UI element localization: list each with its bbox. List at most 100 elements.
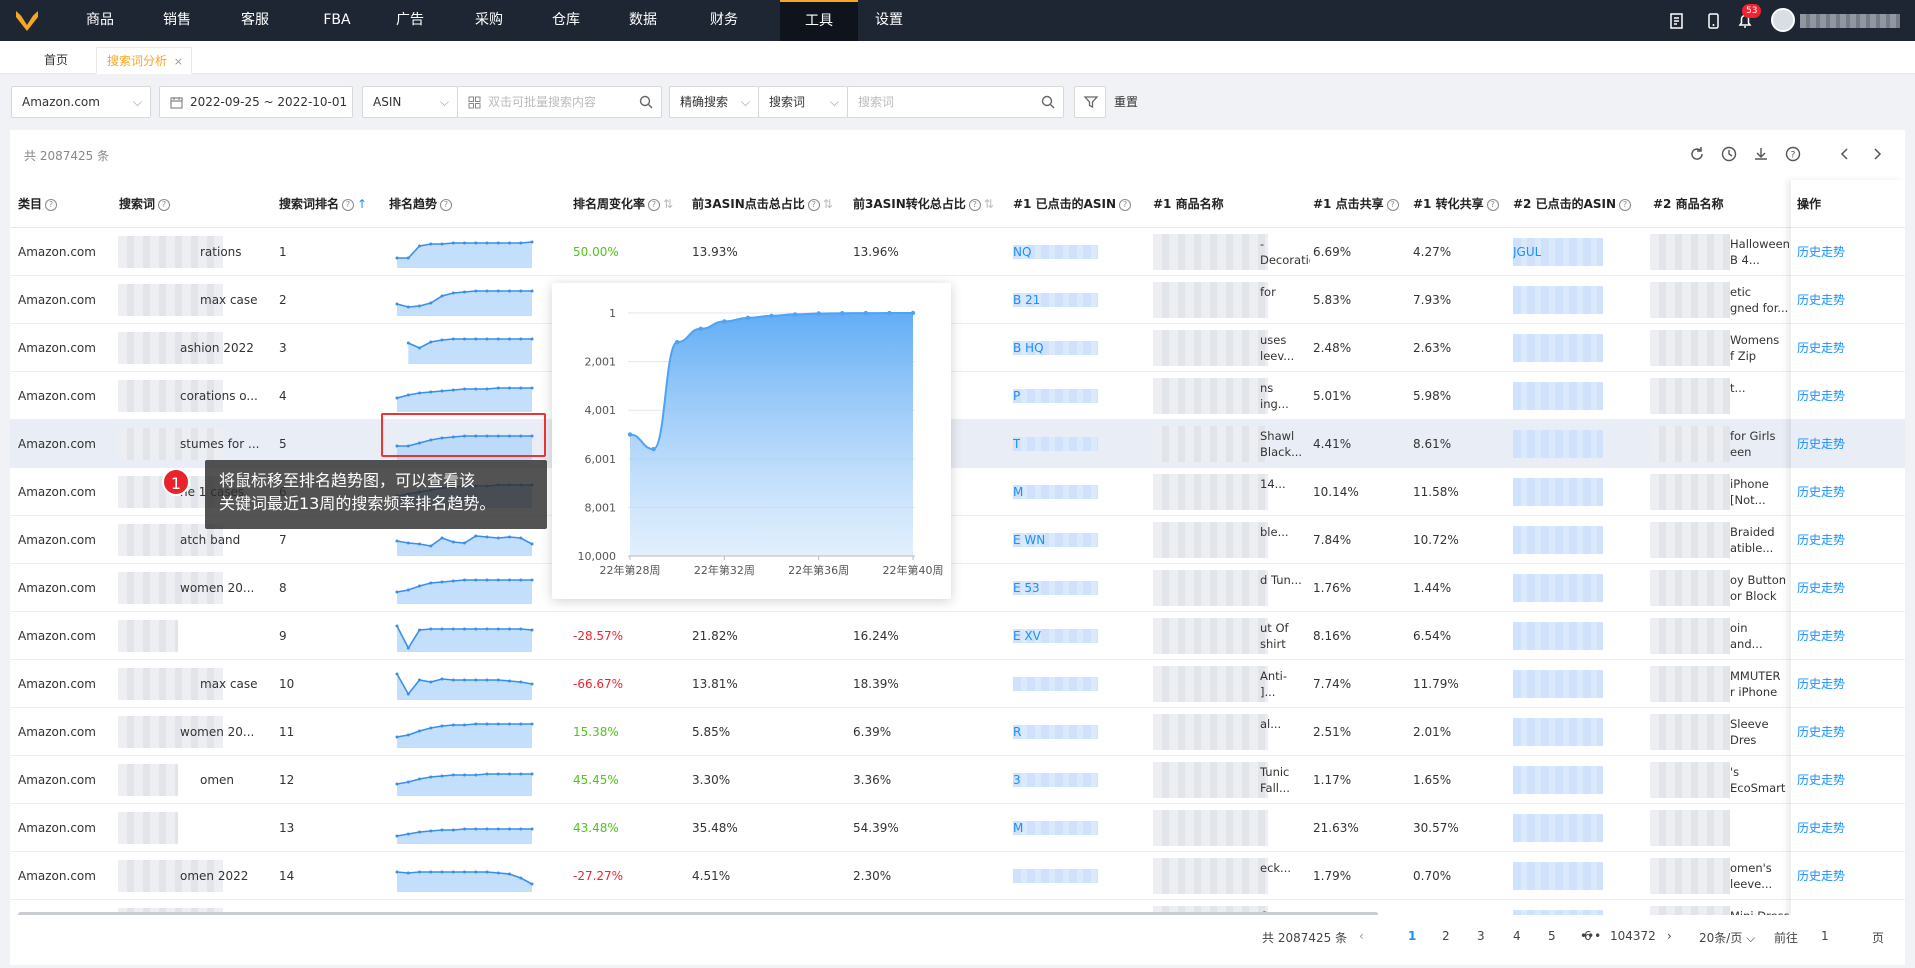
- page-size-select[interactable]: 20条/页 ⌵: [1699, 929, 1755, 946]
- chevron-right-icon[interactable]: [1868, 145, 1886, 163]
- mobile-icon[interactable]: [1704, 12, 1722, 30]
- header-top3-click[interactable]: 前3ASIN点击总占比? ⇅: [692, 180, 833, 228]
- table-row[interactable]: Amazon.com max case 2 B 21 for 5.83% 7.93% etic…: [10, 276, 1905, 324]
- help-icon[interactable]: ?: [648, 198, 661, 211]
- help-icon[interactable]: ?: [342, 198, 355, 211]
- cell-name2[interactable]: t...: [1730, 380, 1790, 412]
- chart-point[interactable]: [863, 310, 869, 316]
- logo-icon[interactable]: [14, 8, 40, 34]
- rank-sparkline[interactable]: [395, 284, 535, 316]
- cell-term[interactable]: omen: [200, 756, 234, 804]
- cell-asin1[interactable]: T: [1013, 420, 1020, 468]
- cell-name1[interactable]: - Decorations -s wit...: [1260, 236, 1310, 268]
- cell-name2[interactable]: etic gned for...: [1730, 284, 1790, 316]
- header-trend[interactable]: 排名趋势?: [389, 180, 453, 228]
- nav-item-4[interactable]: 广告: [383, 0, 437, 41]
- page-number[interactable]: 2: [1442, 929, 1450, 943]
- nav-item-0[interactable]: 商品: [73, 0, 127, 41]
- table-row[interactable]: Amazon.com women 20... 11 15.38% 5.85% 6.39% R…: [10, 708, 1905, 756]
- task-list-icon[interactable]: [1668, 12, 1686, 30]
- goto-input[interactable]: 1: [1821, 929, 1829, 943]
- header-conv1[interactable]: #1 转化共享?: [1413, 180, 1499, 228]
- cell-name2[interactable]: 's EcoSmartatshirt,...: [1730, 764, 1790, 796]
- cell-name1[interactable]: 14...: [1260, 476, 1310, 508]
- nav-item-1[interactable]: 销售: [150, 0, 204, 41]
- cell-name1[interactable]: eck...: [1260, 860, 1310, 892]
- cell-asin1[interactable]: E XV: [1013, 612, 1041, 660]
- rank-sparkline[interactable]: [395, 764, 535, 796]
- cell-name1[interactable]: ns ing...: [1260, 380, 1310, 412]
- sort-asc-icon[interactable]: ↑: [357, 197, 367, 211]
- cell-term[interactable]: omen 2022: [180, 852, 248, 900]
- prev-page-icon[interactable]: ‹: [1359, 929, 1364, 943]
- cell-name1[interactable]: uses leev...: [1260, 332, 1310, 364]
- header-category[interactable]: 类目?: [18, 180, 58, 228]
- match-type-select[interactable]: 精确搜索 ⌵: [669, 86, 759, 118]
- pager-ellipsis[interactable]: •••: [1580, 929, 1601, 943]
- sort-icon[interactable]: ⇅: [823, 197, 833, 211]
- header-rank[interactable]: 搜索词排名? ↑: [279, 180, 367, 228]
- page-number[interactable]: 5: [1548, 929, 1556, 943]
- header-term[interactable]: 搜索词?: [119, 180, 171, 228]
- cell-term[interactable]: women 20...: [180, 708, 254, 756]
- chart-point[interactable]: [910, 310, 916, 316]
- username-blurred[interactable]: [1800, 14, 1900, 28]
- table-row[interactable]: Amazon.com women 20... 8 E 53 d Tun... 1.76% 1…: [10, 564, 1905, 612]
- help-icon[interactable]: ?: [1386, 198, 1399, 211]
- rank-sparkline[interactable]: [395, 236, 535, 268]
- cell-term[interactable]: women 20...: [180, 564, 254, 612]
- cell-asin1[interactable]: 3: [1013, 756, 1021, 804]
- cell-name2[interactable]: omen's leeve...: [1730, 860, 1790, 892]
- nav-item-5[interactable]: 采购: [462, 0, 516, 41]
- chart-point[interactable]: [887, 310, 892, 316]
- cell-asin1[interactable]: B 21: [1013, 276, 1040, 324]
- pager-last-page[interactable]: 104372: [1610, 929, 1656, 943]
- cell-asin1[interactable]: R: [1013, 708, 1021, 756]
- header-click1[interactable]: #1 点击共享?: [1313, 180, 1399, 228]
- cell-asin1[interactable]: P: [1013, 372, 1020, 420]
- table-row[interactable]: Amazon.com ashion 2022 3 B HQ uses leev... 2.4…: [10, 324, 1905, 372]
- advanced-filter-button[interactable]: [1074, 86, 1106, 118]
- header-asin1[interactable]: #1 已点击的ASIN?: [1013, 180, 1132, 228]
- cell-name2[interactable]: iPhone [Not...: [1730, 476, 1790, 508]
- rank-sparkline[interactable]: [395, 332, 535, 364]
- rank-sparkline[interactable]: [395, 812, 535, 844]
- help-icon[interactable]: ?: [1619, 198, 1632, 211]
- cell-term[interactable]: max case: [200, 660, 258, 708]
- cell-term[interactable]: rations: [200, 228, 242, 276]
- cell-name2[interactable]: for Girls een Sets...: [1730, 428, 1790, 460]
- date-range-picker[interactable]: 2022-09-25 ~ 2022-10-01: [159, 86, 353, 118]
- reset-button[interactable]: 重置: [1114, 86, 1138, 118]
- rank-sparkline[interactable]: [395, 620, 535, 652]
- cell-name2[interactable]: Braided atible...: [1730, 524, 1790, 556]
- header-top3-conv[interactable]: 前3ASIN转化总占比? ⇅: [853, 180, 994, 228]
- clock-icon[interactable]: [1720, 145, 1738, 163]
- cell-name2[interactable]: Halloween B 4...: [1730, 236, 1790, 268]
- id-type-select[interactable]: ASIN ⌵: [362, 86, 458, 118]
- sort-icon[interactable]: ⇅: [984, 197, 994, 211]
- chevron-left-icon[interactable]: [1836, 145, 1854, 163]
- cell-term[interactable]: ashion 2022: [180, 324, 254, 372]
- search-icon[interactable]: [1041, 95, 1055, 109]
- cell-name1[interactable]: al...: [1260, 716, 1310, 748]
- cell-name1[interactable]: ble...: [1260, 524, 1310, 556]
- chart-point[interactable]: [722, 319, 727, 324]
- cell-asin1[interactable]: E WN: [1013, 516, 1045, 564]
- table-row[interactable]: Amazon.com rations 1 50.00% 13.93% 13.96% NQ - …: [10, 228, 1905, 276]
- cell-term[interactable]: corations o...: [180, 372, 258, 420]
- help-icon[interactable]: ?: [45, 198, 58, 211]
- rank-sparkline[interactable]: [395, 380, 535, 412]
- nav-item-10[interactable]: 设置: [862, 0, 916, 41]
- cell-name2[interactable]: [1730, 812, 1790, 844]
- cell-term[interactable]: max case: [200, 276, 258, 324]
- help-icon[interactable]: ?: [1784, 145, 1802, 163]
- sort-icon[interactable]: ⇅: [663, 197, 673, 211]
- help-icon[interactable]: ?: [968, 198, 981, 211]
- cell-name2[interactable]: Womens f Zip Pullov...: [1730, 332, 1790, 364]
- header-wow[interactable]: 排名周变化率? ⇅: [573, 180, 673, 228]
- rank-sparkline[interactable]: [395, 668, 535, 700]
- cell-name1[interactable]: [1260, 812, 1310, 844]
- next-page-icon[interactable]: ›: [1667, 929, 1672, 943]
- cell-name2[interactable]: Sleeve Dressual Elega...: [1730, 716, 1790, 748]
- table-row[interactable]: Amazon.com corations o... 4 Pns ing... 5.01% 5…: [10, 372, 1905, 420]
